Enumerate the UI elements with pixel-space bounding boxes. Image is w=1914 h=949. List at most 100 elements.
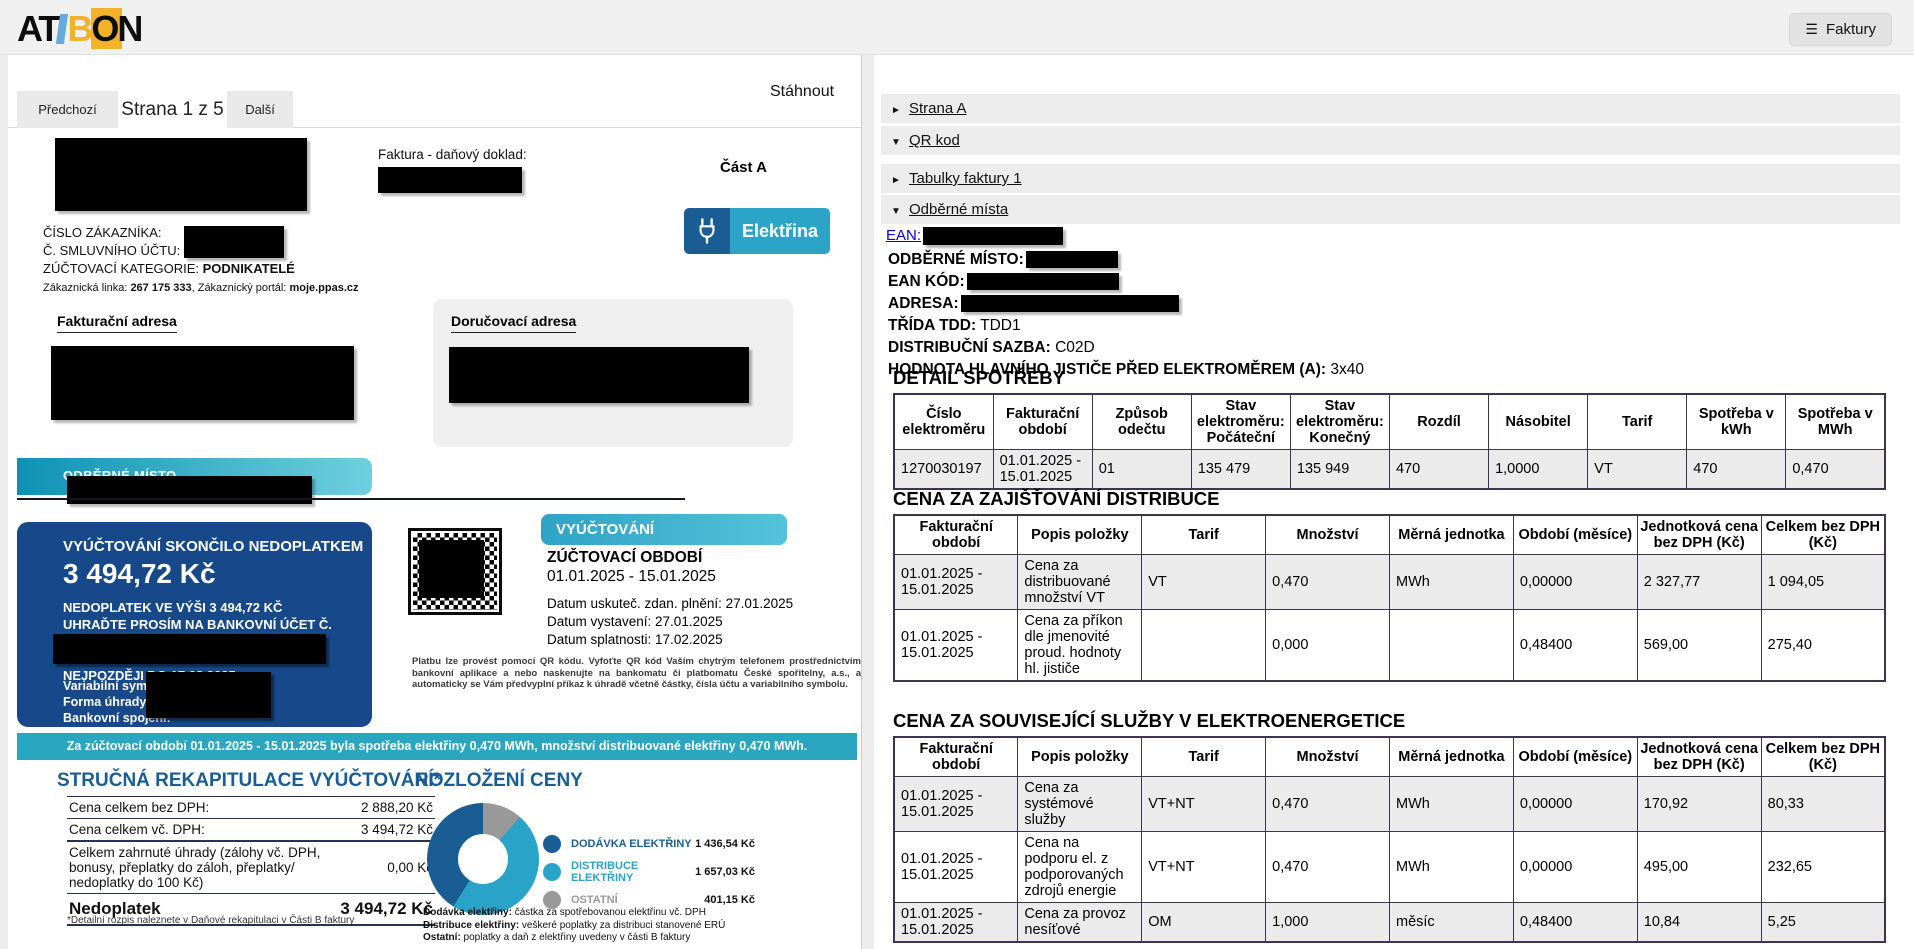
column-header: Měrná jednotka: [1390, 737, 1514, 777]
table-cell: 569,00: [1637, 610, 1761, 682]
section-qr-kod[interactable]: ▼QR kod: [881, 126, 1900, 155]
section-tabulky-faktury[interactable]: ►Tabulky faktury 1: [881, 164, 1900, 193]
table-cell: OM: [1142, 903, 1266, 943]
table-row: 01.01.2025 - 15.01.2025Cena za příkon dl…: [894, 610, 1885, 682]
column-header: Číslo elektroměru: [894, 394, 993, 450]
column-header: Popis položky: [1018, 515, 1142, 555]
column-header: Celkem bez DPH (Kč): [1761, 515, 1885, 555]
ean-link[interactable]: EAN:: [886, 227, 921, 244]
section-label: Tabulky faktury 1: [909, 170, 1022, 187]
column-header: Popis položky: [1018, 737, 1142, 777]
footnote-text: částka za spotřebovanou elektřinu vč. DP…: [512, 907, 706, 918]
table-header-row: Číslo elektroměruFakturační obdobíZpůsob…: [894, 394, 1885, 450]
table-cell: 80,33: [1761, 777, 1885, 832]
column-header: Tarif: [1142, 737, 1266, 777]
table-cell: [1142, 610, 1266, 682]
billing-period-value: 01.01.2025 - 15.01.2025: [547, 568, 716, 586]
menu-icon: ☰: [1805, 21, 1818, 37]
portal-label: , Zákaznický portál:: [192, 282, 290, 294]
commodity-label: Elektřina: [730, 208, 830, 254]
price-breakdown-footnotes: Dodávka elektřiny: částka za spotřebovan…: [423, 907, 725, 945]
prev-page-button[interactable]: Předchozí: [17, 91, 118, 128]
table-cell: 0,00000: [1513, 555, 1637, 610]
supply-point-details: ODBĚRNÉ MÍSTO: EAN KÓD: ADRESA: TŘÍDA TD…: [888, 249, 1364, 381]
redaction-box: [967, 273, 1119, 290]
balance-amount: 3 494,72 Kč: [63, 558, 216, 590]
collapsed-arrow-icon: ►: [891, 96, 909, 125]
recap-row-label: Celkem zahrnuté úhrady (zálohy vč. DPH, …: [69, 845, 334, 890]
legend-swatch: [543, 863, 561, 881]
redaction-box: [146, 672, 271, 718]
table-cell: VT: [1588, 450, 1687, 490]
table-cell: 01.01.2025 - 15.01.2025: [894, 832, 1018, 903]
ean-line: EAN:: [886, 227, 1063, 245]
page-indicator: Strana 1 z 5: [118, 91, 227, 128]
faktury-button[interactable]: ☰Faktury: [1789, 13, 1892, 46]
detail-line: DISTRIBUČNÍ SAZBA: C02D: [888, 337, 1364, 359]
billing-category-value: PODNIKATELÉ: [203, 261, 295, 276]
recap-row-value: 3 494,72 Kč: [361, 822, 433, 837]
column-header: Měrná jednotka: [1390, 515, 1514, 555]
consumption-table-title: DETAIL SPOTŘEBY: [893, 367, 1065, 389]
table-cell: 01: [1092, 450, 1191, 490]
detail-value: C02D: [1055, 339, 1095, 356]
section-label: Odběrné místa: [909, 201, 1008, 218]
recap-title: STRUČNÁ REKAPITULACE VYÚČTOVÁNÍ*: [57, 770, 441, 792]
services-table: Fakturační obdobíPopis položkyTarifMnožs…: [893, 736, 1886, 943]
column-header: Tarif: [1588, 394, 1687, 450]
column-header: Způsob odečtu: [1092, 394, 1191, 450]
column-header: Období (měsíce): [1513, 737, 1637, 777]
section-odberne-mista[interactable]: ▼Odběrné místa: [881, 195, 1900, 224]
footnote-line: Ostatní: poplatky a daň z elektřiny uved…: [423, 932, 725, 945]
footnote-lead: Dodávka elektřiny:: [423, 907, 512, 918]
table-cell: 01.01.2025 - 15.01.2025: [894, 777, 1018, 832]
legend-item: DISTRIBUCE ELEKTŘINY 1 657,03 Kč: [543, 862, 755, 882]
legend-label: DODÁVKA ELEKTŘINY: [571, 838, 695, 850]
redaction-box: [378, 167, 522, 193]
table-row: 01.01.2025 - 15.01.2025Cena za provoz ne…: [894, 903, 1885, 943]
consumption-table: Číslo elektroměruFakturační obdobíZpůsob…: [893, 393, 1886, 490]
billing-category-label: ZÚČTOVACÍ KATEGORIE:: [43, 261, 203, 276]
balance-title: VYÚČTOVÁNÍ SKONČILO NEDOPLATKEM: [63, 538, 363, 555]
table-cell: 170,92: [1637, 777, 1761, 832]
redaction-box: [184, 226, 284, 258]
table-cell: 0,48400: [1513, 610, 1637, 682]
redaction-box: [55, 138, 307, 211]
section-strana-a[interactable]: ►Strana A: [881, 94, 1900, 123]
distribution-table: Fakturační obdobíPopis položkyTarifMnožs…: [893, 514, 1886, 682]
table-cell: 470: [1389, 450, 1488, 490]
pay-to-account-line: UHRAĎTE PROSÍM NA BANKOVNÍ ÚČET Č.: [63, 617, 332, 632]
delivery-address-label: Doručovací adresa: [451, 313, 576, 333]
detail-line: ADRESA:: [888, 293, 1364, 315]
column-header: Násobitel: [1489, 394, 1588, 450]
column-header: Spotřeba v kWh: [1687, 394, 1786, 450]
plug-icon: [684, 208, 730, 254]
table-cell: 135 479: [1191, 450, 1290, 490]
logo-text-at: AT: [17, 8, 58, 49]
recap-row-label: Cena celkem bez DPH:: [69, 800, 209, 815]
table-cell: Cena za systémové služby: [1018, 777, 1142, 832]
table-cell: měsíc: [1390, 903, 1514, 943]
detail-label: TŘÍDA TDD:: [888, 317, 976, 334]
underpayment-line: NEDOPLATEK VE VÝŠI 3 494,72 KČ: [63, 600, 282, 615]
detail-label: DISTRIBUČNÍ SAZBA:: [888, 339, 1051, 356]
app-header: ATBON ☰Faktury: [0, 0, 1914, 55]
table-cell: MWh: [1390, 777, 1514, 832]
column-header: Fakturační období: [894, 737, 1018, 777]
legend-label: DISTRIBUCE ELEKTŘINY: [571, 860, 695, 884]
footnote-line: Dodávka elektřiny: částka za spotřebovan…: [423, 907, 725, 920]
column-header: Fakturační období: [993, 394, 1092, 450]
download-button[interactable]: Stáhnout: [770, 83, 834, 101]
table-header-row: Fakturační obdobíPopis položkyTarifMnožs…: [894, 737, 1885, 777]
column-header: Množství: [1266, 737, 1390, 777]
redaction-box: [449, 347, 749, 403]
table-cell: 01.01.2025 - 15.01.2025: [894, 555, 1018, 610]
table-cell: Cena za distribuované množství VT: [1018, 555, 1142, 610]
table-cell: 1 094,05: [1761, 555, 1885, 610]
detail-value: TDD1: [980, 317, 1020, 334]
table-cell: 1,000: [1266, 903, 1390, 943]
next-page-button[interactable]: Další: [227, 91, 293, 128]
contract-account-label: Č. SMLUVNÍHO ÚČTU:: [43, 243, 180, 258]
price-donut: [427, 803, 539, 915]
footnote-lead: Distribuce elektřiny:: [423, 920, 519, 931]
